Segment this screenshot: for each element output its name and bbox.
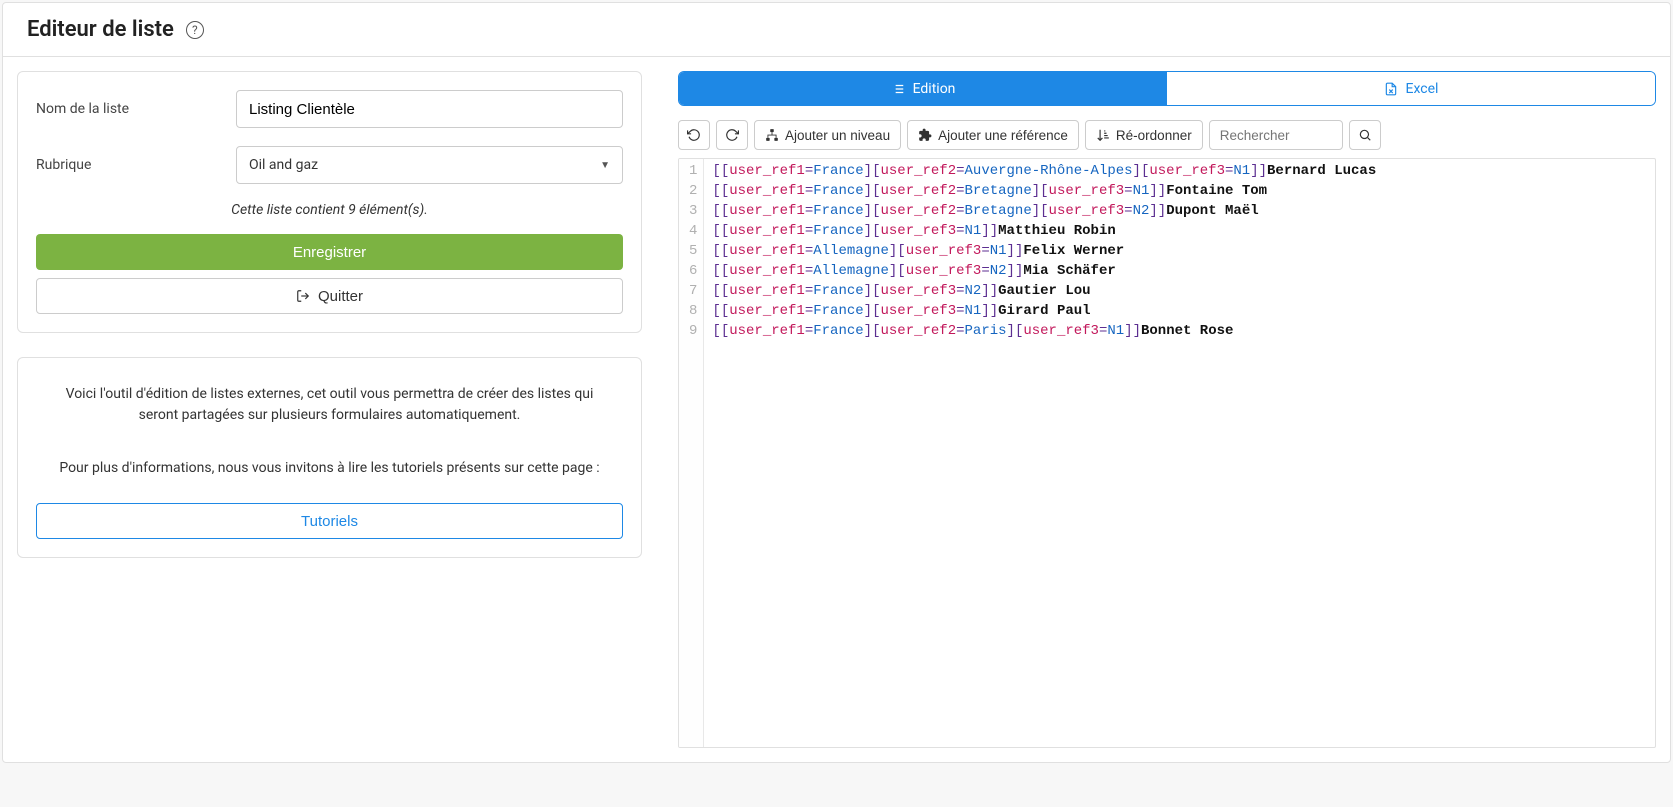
category-label: Rubrique xyxy=(36,157,236,173)
editor-line[interactable]: [[user_ref1=France][user_ref3=N1]]Girard… xyxy=(712,301,1647,321)
editor-line[interactable]: [[user_ref1=France][user_ref2=Auvergne-R… xyxy=(712,161,1647,181)
search-input[interactable] xyxy=(1209,120,1343,150)
save-button[interactable]: Enregistrer xyxy=(36,234,623,270)
add-level-button[interactable]: Ajouter un niveau xyxy=(754,120,901,150)
form-card: Nom de la liste Rubrique Oil and gaz ▼ C… xyxy=(17,71,642,333)
category-selected-value: Oil and gaz xyxy=(249,157,318,173)
redo-icon xyxy=(725,128,739,142)
excel-icon xyxy=(1384,82,1398,96)
tab-edition[interactable]: Edition xyxy=(679,72,1167,105)
search-icon xyxy=(1358,128,1372,142)
sort-icon xyxy=(1096,128,1110,142)
info-text-2: Pour plus d'informations, nous vous invi… xyxy=(36,450,623,487)
name-label: Nom de la liste xyxy=(36,101,236,117)
editor-line[interactable]: [[user_ref1=France][user_ref2=Paris][use… xyxy=(712,321,1647,341)
editor-gutter: 123456789 xyxy=(679,159,704,747)
page-title: Editeur de liste xyxy=(27,17,174,42)
quit-button[interactable]: Quitter xyxy=(36,278,623,314)
undo-button[interactable] xyxy=(678,120,710,150)
code-editor[interactable]: 123456789 [[user_ref1=France][user_ref2=… xyxy=(678,158,1656,748)
page-header: Editeur de liste ? xyxy=(3,3,1670,57)
search-button[interactable] xyxy=(1349,120,1381,150)
editor-line[interactable]: [[user_ref1=France][user_ref2=Bretagne][… xyxy=(712,201,1647,221)
sign-out-icon xyxy=(296,289,310,303)
list-icon xyxy=(891,82,905,96)
item-count-text: Cette liste contient 9 élément(s). xyxy=(36,202,623,218)
editor-line[interactable]: [[user_ref1=Allemagne][user_ref3=N1]]Fel… xyxy=(712,241,1647,261)
undo-icon xyxy=(687,128,701,142)
add-reference-button[interactable]: Ajouter une référence xyxy=(907,120,1079,150)
editor-line[interactable]: [[user_ref1=France][user_ref3=N2]]Gautie… xyxy=(712,281,1647,301)
chevron-down-icon: ▼ xyxy=(600,160,610,171)
editor-code[interactable]: [[user_ref1=France][user_ref2=Auvergne-R… xyxy=(704,159,1655,747)
tutorials-button[interactable]: Tutoriels xyxy=(36,503,623,539)
category-select[interactable]: Oil and gaz ▼ xyxy=(236,146,623,184)
reorder-button[interactable]: Ré-ordonner xyxy=(1085,120,1203,150)
editor-line[interactable]: [[user_ref1=France][user_ref2=Bretagne][… xyxy=(712,181,1647,201)
redo-button[interactable] xyxy=(716,120,748,150)
hierarchy-icon xyxy=(765,128,779,142)
puzzle-icon xyxy=(918,128,932,142)
tab-excel[interactable]: Excel xyxy=(1167,72,1655,105)
editor-line[interactable]: [[user_ref1=Allemagne][user_ref3=N2]]Mia… xyxy=(712,261,1647,281)
info-text-1: Voici l'outil d'édition de listes extern… xyxy=(36,376,623,434)
editor-toolbar: Ajouter un niveau Ajouter une référence … xyxy=(678,120,1656,150)
info-card: Voici l'outil d'édition de listes extern… xyxy=(17,357,642,558)
editor-tabs: Edition Excel xyxy=(678,71,1656,106)
list-name-input[interactable] xyxy=(236,90,623,128)
help-icon[interactable]: ? xyxy=(186,21,204,39)
editor-line[interactable]: [[user_ref1=France][user_ref3=N1]]Matthi… xyxy=(712,221,1647,241)
